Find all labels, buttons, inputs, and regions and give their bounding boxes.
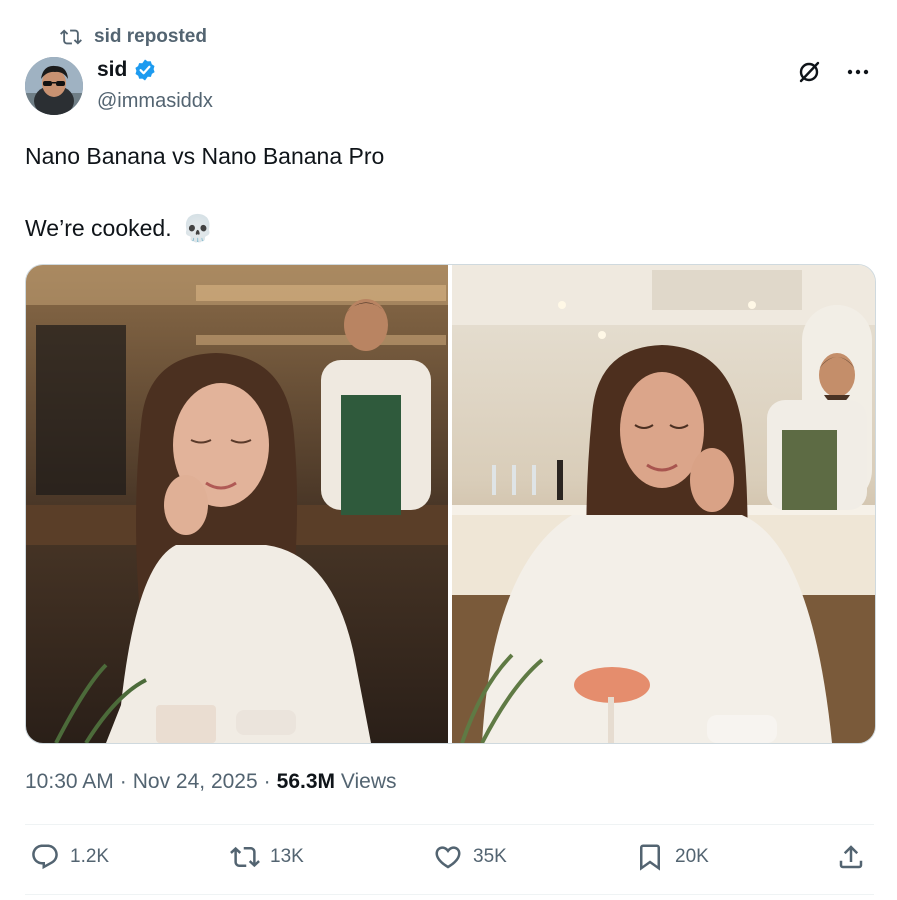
bookmark-icon xyxy=(640,844,660,871)
reply-icon xyxy=(32,844,58,870)
share-button[interactable] xyxy=(836,842,866,872)
photo-nano-banana-pro[interactable] xyxy=(452,265,875,743)
divider xyxy=(25,894,874,895)
post-date[interactable]: Nov 24, 2025 xyxy=(133,770,258,794)
author-name-row[interactable]: sid xyxy=(97,58,157,82)
post-text: We’re cooked. xyxy=(25,215,172,241)
like-count: 35K xyxy=(473,846,507,867)
repost-icon xyxy=(230,846,260,868)
author-name[interactable]: sid xyxy=(97,58,127,82)
post-text-line-2: We’re cooked. 💀 xyxy=(25,213,214,244)
verified-badge-icon xyxy=(135,59,155,81)
skull-emoji: 💀 xyxy=(181,213,214,243)
repost-indicator[interactable]: sid reposted xyxy=(60,26,207,48)
bookmark-button[interactable]: 20K xyxy=(635,842,709,872)
avatar[interactable] xyxy=(25,57,83,115)
views-count: 56.3M xyxy=(276,770,336,793)
author-handle[interactable]: @immasiddx xyxy=(97,90,213,113)
share-icon xyxy=(839,845,863,869)
more-icon[interactable] xyxy=(845,59,871,85)
post-meta: 10:30 AM · Nov 24, 2025 · 56.3M Views xyxy=(25,770,397,794)
post-time[interactable]: 10:30 AM xyxy=(25,770,114,794)
repost-button[interactable]: 13K xyxy=(230,842,304,872)
repost-count: 13K xyxy=(270,846,304,867)
action-bar: 1.2K 13K 35K 20K xyxy=(30,842,870,878)
avatar-image xyxy=(25,57,83,115)
meta-separator: · xyxy=(119,770,127,793)
media-gallery[interactable] xyxy=(25,264,876,744)
like-button[interactable]: 35K xyxy=(433,842,507,872)
post-text-line-1: Nano Banana vs Nano Banana Pro xyxy=(25,143,385,169)
grok-icon[interactable] xyxy=(795,58,823,86)
repost-label: sid reposted xyxy=(94,26,207,47)
divider xyxy=(25,824,874,825)
reply-count: 1.2K xyxy=(70,846,110,867)
views-block[interactable]: 56.3M Views xyxy=(277,770,397,794)
repost-icon xyxy=(60,29,82,45)
like-icon xyxy=(435,846,461,869)
post-top-actions xyxy=(795,58,871,86)
reply-button[interactable]: 1.2K xyxy=(30,842,109,872)
views-label: Views xyxy=(340,770,397,793)
meta-separator: · xyxy=(263,770,271,793)
photo-nano-banana[interactable] xyxy=(26,265,448,743)
bookmark-count: 20K xyxy=(675,846,709,867)
